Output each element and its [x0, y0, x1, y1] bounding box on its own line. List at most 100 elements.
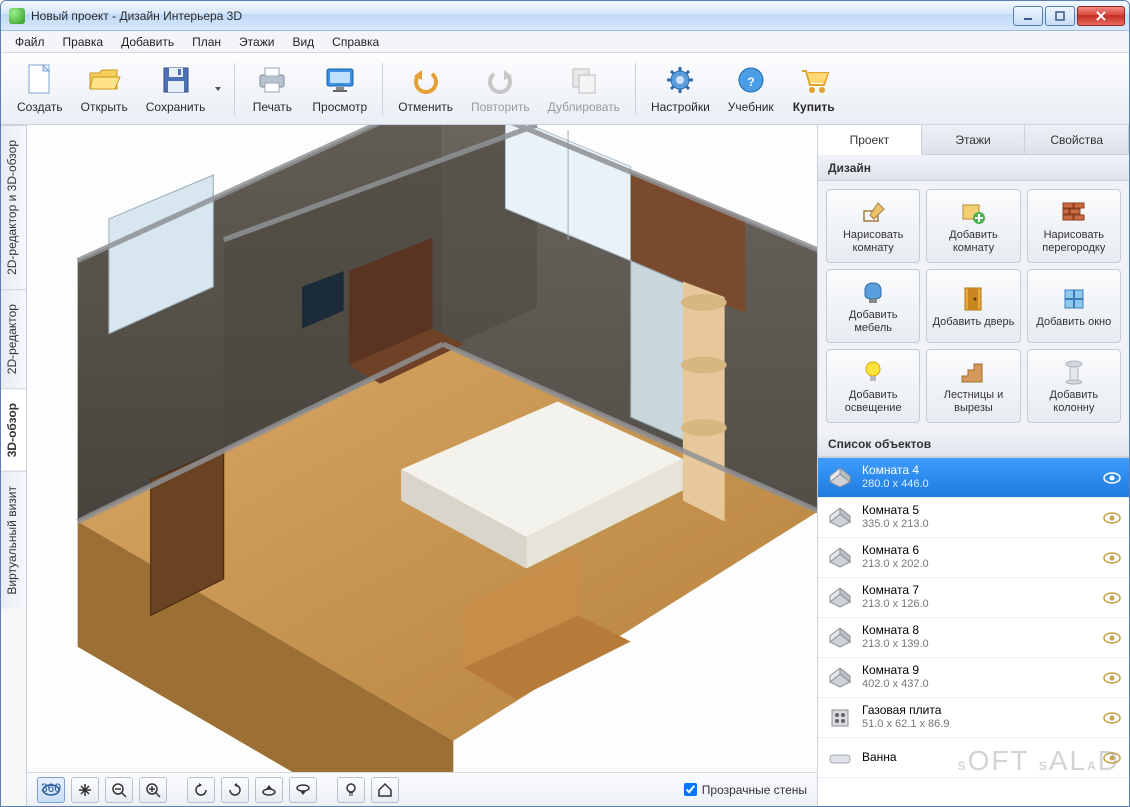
object-name: Комната 9 — [862, 664, 1095, 678]
home-view-tool[interactable] — [371, 777, 399, 803]
tab-floors[interactable]: Этажи — [922, 125, 1026, 154]
visibility-eye-icon[interactable] — [1103, 512, 1121, 524]
viewport: 360 Прозрачные стены — [27, 125, 817, 806]
object-row[interactable]: Ванна — [818, 738, 1129, 778]
buy-button[interactable]: Купить — [786, 58, 842, 120]
object-row[interactable]: Комната 5335.0 x 213.0 — [818, 498, 1129, 538]
tab-properties[interactable]: Свойства — [1025, 125, 1129, 154]
add-light-button[interactable]: Добавить освещение — [826, 349, 920, 423]
design-section-header: Дизайн — [818, 155, 1129, 181]
tab-3d-view[interactable]: 3D-обзор — [1, 388, 26, 471]
object-row[interactable]: Газовая плита51.0 x 62.1 x 86.9 — [818, 698, 1129, 738]
object-icon — [826, 466, 854, 490]
monitor-icon — [323, 63, 357, 97]
menu-floors[interactable]: Этажи — [231, 33, 282, 51]
design-grid: Нарисовать комнату Добавить комнату Нари… — [818, 181, 1129, 431]
view-tools: 360 Прозрачные стены — [27, 772, 817, 806]
add-furniture-button[interactable]: Добавить мебель — [826, 269, 920, 343]
redo-button[interactable]: Повторить — [465, 58, 536, 120]
object-list[interactable]: Комната 4280.0 x 446.0Комната 5335.0 x 2… — [818, 457, 1129, 806]
object-icon — [826, 746, 854, 770]
visibility-eye-icon[interactable] — [1103, 472, 1121, 484]
zoom-out-tool[interactable] — [105, 777, 133, 803]
brick-wall-icon — [1059, 197, 1089, 227]
add-window-button[interactable]: Добавить окно — [1027, 269, 1121, 343]
add-room-button[interactable]: Добавить комнату — [926, 189, 1020, 263]
toolbar: Создать Открыть Сохранить Печать Просмот… — [1, 53, 1129, 125]
tilt-down-tool[interactable] — [289, 777, 317, 803]
folder-open-icon — [87, 63, 121, 97]
tab-project[interactable]: Проект — [818, 125, 922, 155]
toolbar-separator — [635, 63, 636, 115]
add-column-button[interactable]: Добавить колонну — [1027, 349, 1121, 423]
duplicate-icon — [567, 63, 601, 97]
menu-edit[interactable]: Правка — [55, 33, 112, 51]
menu-add[interactable]: Добавить — [113, 33, 182, 51]
visibility-eye-icon[interactable] — [1103, 632, 1121, 644]
menu-plan[interactable]: План — [184, 33, 229, 51]
duplicate-button[interactable]: Дублировать — [542, 58, 626, 120]
tilt-up-tool[interactable] — [255, 777, 283, 803]
rotate-ccw-tool[interactable] — [187, 777, 215, 803]
bulb-icon — [858, 357, 888, 387]
chair-icon — [858, 277, 888, 307]
object-dimensions: 213.0 x 202.0 — [862, 558, 1095, 571]
object-dimensions: 335.0 x 213.0 — [862, 518, 1095, 531]
minimize-button[interactable] — [1013, 6, 1043, 26]
object-row[interactable]: Комната 8213.0 x 139.0 — [818, 618, 1129, 658]
create-button[interactable]: Создать — [11, 58, 69, 120]
object-dimensions: 213.0 x 126.0 — [862, 598, 1095, 611]
visibility-eye-icon[interactable] — [1103, 712, 1121, 724]
maximize-button[interactable] — [1045, 6, 1075, 26]
tab-2d-3d-combo[interactable]: 2D-редактор и 3D-обзор — [1, 125, 26, 289]
object-icon — [826, 506, 854, 530]
rotate-cw-tool[interactable] — [221, 777, 249, 803]
visibility-eye-icon[interactable] — [1103, 552, 1121, 564]
tab-virtual-visit[interactable]: Виртуальный визит — [1, 471, 26, 609]
save-dropdown[interactable] — [211, 58, 225, 120]
object-name: Комната 8 — [862, 624, 1095, 638]
object-name: Комната 6 — [862, 544, 1095, 558]
object-row[interactable]: Комната 9402.0 x 437.0 — [818, 658, 1129, 698]
draw-room-button[interactable]: Нарисовать комнату — [826, 189, 920, 263]
titlebar: Новый проект - Дизайн Интерьера 3D — [1, 1, 1129, 31]
menu-view[interactable]: Вид — [284, 33, 322, 51]
window-icon — [1059, 284, 1089, 314]
3d-canvas[interactable] — [27, 125, 817, 772]
lighting-tool[interactable] — [337, 777, 365, 803]
tab-2d-editor[interactable]: 2D-редактор — [1, 289, 26, 388]
object-name: Комната 5 — [862, 504, 1095, 518]
help-icon: ? — [734, 63, 768, 97]
transparent-walls-input[interactable] — [684, 783, 697, 796]
object-icon — [826, 626, 854, 650]
room-plus-icon — [958, 197, 988, 227]
add-door-button[interactable]: Добавить дверь — [926, 269, 1020, 343]
object-name: Комната 7 — [862, 584, 1095, 598]
stairs-button[interactable]: Лестницы и вырезы — [926, 349, 1020, 423]
preview-button[interactable]: Просмотр — [306, 58, 373, 120]
object-row[interactable]: Комната 4280.0 x 446.0 — [818, 458, 1129, 498]
menubar: Файл Правка Добавить План Этажи Вид Спра… — [1, 31, 1129, 53]
undo-button[interactable]: Отменить — [392, 58, 459, 120]
object-row[interactable]: Комната 6213.0 x 202.0 — [818, 538, 1129, 578]
transparent-walls-checkbox[interactable]: Прозрачные стены — [684, 783, 807, 797]
svg-text:?: ? — [747, 75, 754, 89]
visibility-eye-icon[interactable] — [1103, 592, 1121, 604]
orbit-360-tool[interactable]: 360 — [37, 777, 65, 803]
draw-partition-button[interactable]: Нарисовать перегородку — [1027, 189, 1121, 263]
zoom-in-tool[interactable] — [139, 777, 167, 803]
settings-button[interactable]: Настройки — [645, 58, 716, 120]
object-name: Комната 4 — [862, 464, 1095, 478]
pan-tool[interactable] — [71, 777, 99, 803]
visibility-eye-icon[interactable] — [1103, 752, 1121, 764]
window-title: Новый проект - Дизайн Интерьера 3D — [31, 9, 1011, 23]
open-button[interactable]: Открыть — [75, 58, 134, 120]
visibility-eye-icon[interactable] — [1103, 672, 1121, 684]
tutorial-button[interactable]: ?Учебник — [722, 58, 780, 120]
print-button[interactable]: Печать — [244, 58, 300, 120]
object-row[interactable]: Комната 7213.0 x 126.0 — [818, 578, 1129, 618]
close-button[interactable] — [1077, 6, 1125, 26]
menu-file[interactable]: Файл — [7, 33, 53, 51]
save-button[interactable]: Сохранить — [140, 58, 212, 120]
menu-help[interactable]: Справка — [324, 33, 387, 51]
